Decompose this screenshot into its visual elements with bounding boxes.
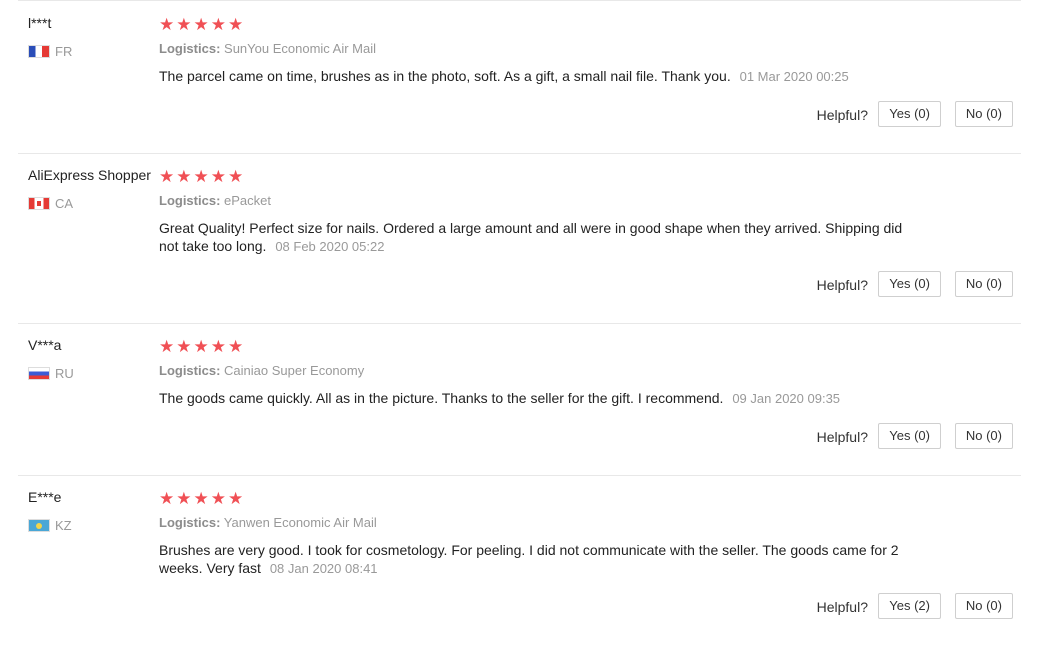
logistics-label: Logistics: xyxy=(159,193,221,208)
review-body: Great Quality! Perfect size for nails. O… xyxy=(159,220,903,254)
review-date: 08 Feb 2020 05:22 xyxy=(275,239,385,254)
star-rating: ★ ★ ★ ★ ★ xyxy=(159,168,243,185)
helpful-no-button[interactable]: No (0) xyxy=(954,271,1013,297)
logistics-label: Logistics: xyxy=(159,41,221,56)
logistics-label: Logistics: xyxy=(159,363,221,378)
star-icon: ★ xyxy=(176,167,192,186)
logistics-label: Logistics: xyxy=(159,515,221,530)
logistics-info: Logistics: Cainiao Super Economy xyxy=(159,363,364,378)
helpful-label: Helpful? xyxy=(816,277,868,293)
ca-flag-icon xyxy=(28,196,50,210)
logistics-info: Logistics: SunYou Economic Air Mail xyxy=(159,41,376,56)
review-text: Great Quality! Perfect size for nails. O… xyxy=(159,219,919,256)
fr-flag-icon xyxy=(28,44,50,58)
star-icon: ★ xyxy=(159,337,175,356)
logistics-value: Yanwen Economic Air Mail xyxy=(223,515,377,530)
helpful-yes-button[interactable]: Yes (0) xyxy=(878,423,941,449)
star-icon: ★ xyxy=(193,15,209,34)
review-item: V***a RU ★ ★ ★ ★ ★ Logistics: Cainiao Su… xyxy=(18,324,1021,476)
top-divider xyxy=(18,0,1021,1)
logistics-info: Logistics: ePacket xyxy=(159,193,271,208)
reviewer-country: KZ xyxy=(28,517,72,533)
reviewer-name: V***a xyxy=(28,337,62,353)
helpful-label: Helpful? xyxy=(816,429,868,445)
star-icon: ★ xyxy=(228,489,244,508)
country-code: KZ xyxy=(55,517,72,533)
star-icon: ★ xyxy=(159,489,175,508)
star-icon: ★ xyxy=(228,337,244,356)
star-icon: ★ xyxy=(210,167,226,186)
star-icon: ★ xyxy=(193,489,209,508)
star-icon: ★ xyxy=(228,167,244,186)
star-icon: ★ xyxy=(159,167,175,186)
star-icon: ★ xyxy=(176,337,192,356)
reviewer-country: CA xyxy=(28,195,74,211)
helpful-label: Helpful? xyxy=(816,599,868,615)
helpful-yes-button[interactable]: Yes (0) xyxy=(878,271,941,297)
helpful-no-button[interactable]: No (0) xyxy=(954,101,1013,127)
star-icon: ★ xyxy=(210,489,226,508)
logistics-value: Cainiao Super Economy xyxy=(224,363,365,378)
star-icon: ★ xyxy=(159,15,175,34)
star-icon: ★ xyxy=(210,15,226,34)
review-text: Brushes are very good. I took for cosmet… xyxy=(159,541,919,578)
star-icon: ★ xyxy=(210,337,226,356)
kz-flag-icon xyxy=(28,518,50,532)
review-text: The goods came quickly. All as in the pi… xyxy=(159,389,919,408)
helpful-no-button[interactable]: No (0) xyxy=(954,593,1013,619)
review-body: The goods came quickly. All as in the pi… xyxy=(159,390,724,406)
reviewer-name: l***t xyxy=(28,15,52,31)
logistics-info: Logistics: Yanwen Economic Air Mail xyxy=(159,515,377,530)
star-rating: ★ ★ ★ ★ ★ xyxy=(159,338,243,355)
star-icon: ★ xyxy=(176,489,192,508)
helpful-no-button[interactable]: No (0) xyxy=(954,423,1013,449)
star-icon: ★ xyxy=(193,337,209,356)
star-rating: ★ ★ ★ ★ ★ xyxy=(159,16,243,33)
reviewer-country: FR xyxy=(28,43,73,59)
country-code: RU xyxy=(55,365,74,381)
review-text: The parcel came on time, brushes as in t… xyxy=(159,67,919,86)
helpful-label: Helpful? xyxy=(816,107,868,123)
star-icon: ★ xyxy=(176,15,192,34)
reviewer-name: E***e xyxy=(28,489,62,505)
logistics-value: SunYou Economic Air Mail xyxy=(224,41,377,56)
helpful-yes-button[interactable]: Yes (0) xyxy=(878,101,941,127)
review-item: AliExpress Shopper CA ★ ★ ★ ★ ★ Logistic… xyxy=(18,154,1021,324)
country-code: FR xyxy=(55,43,73,59)
reviewer-country: RU xyxy=(28,365,74,381)
star-icon: ★ xyxy=(228,15,244,34)
review-item: l***t FR ★ ★ ★ ★ ★ Logistics: SunYou Eco… xyxy=(18,2,1021,154)
review-date: 09 Jan 2020 09:35 xyxy=(732,391,841,406)
review-date: 08 Jan 2020 08:41 xyxy=(269,561,378,576)
review-body: The parcel came on time, brushes as in t… xyxy=(159,68,731,84)
country-code: CA xyxy=(55,195,74,211)
helpful-yes-button[interactable]: Yes (2) xyxy=(878,593,941,619)
ru-flag-icon xyxy=(28,366,50,380)
star-icon: ★ xyxy=(193,167,209,186)
star-rating: ★ ★ ★ ★ ★ xyxy=(159,490,243,507)
review-date: 01 Mar 2020 00:25 xyxy=(739,69,849,84)
logistics-value: ePacket xyxy=(224,193,272,208)
review-item: E***e KZ ★ ★ ★ ★ ★ Logistics: Yanwen Eco… xyxy=(18,476,1021,646)
reviewer-name: AliExpress Shopper xyxy=(28,167,151,183)
